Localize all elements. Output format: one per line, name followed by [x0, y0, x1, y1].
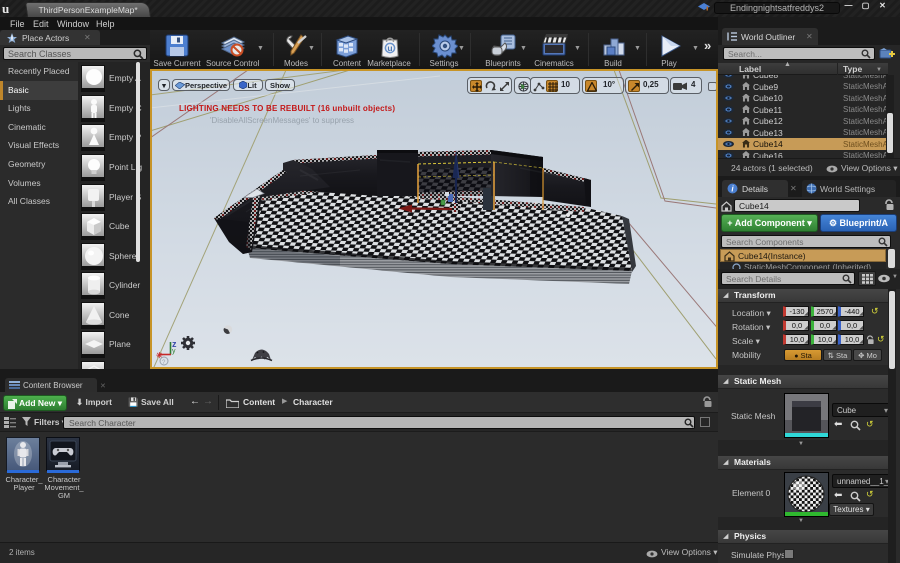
svg-text:✳: ✳ — [156, 351, 163, 360]
svg-text:u: u — [387, 43, 392, 53]
svg-text:y: y — [172, 348, 176, 355]
